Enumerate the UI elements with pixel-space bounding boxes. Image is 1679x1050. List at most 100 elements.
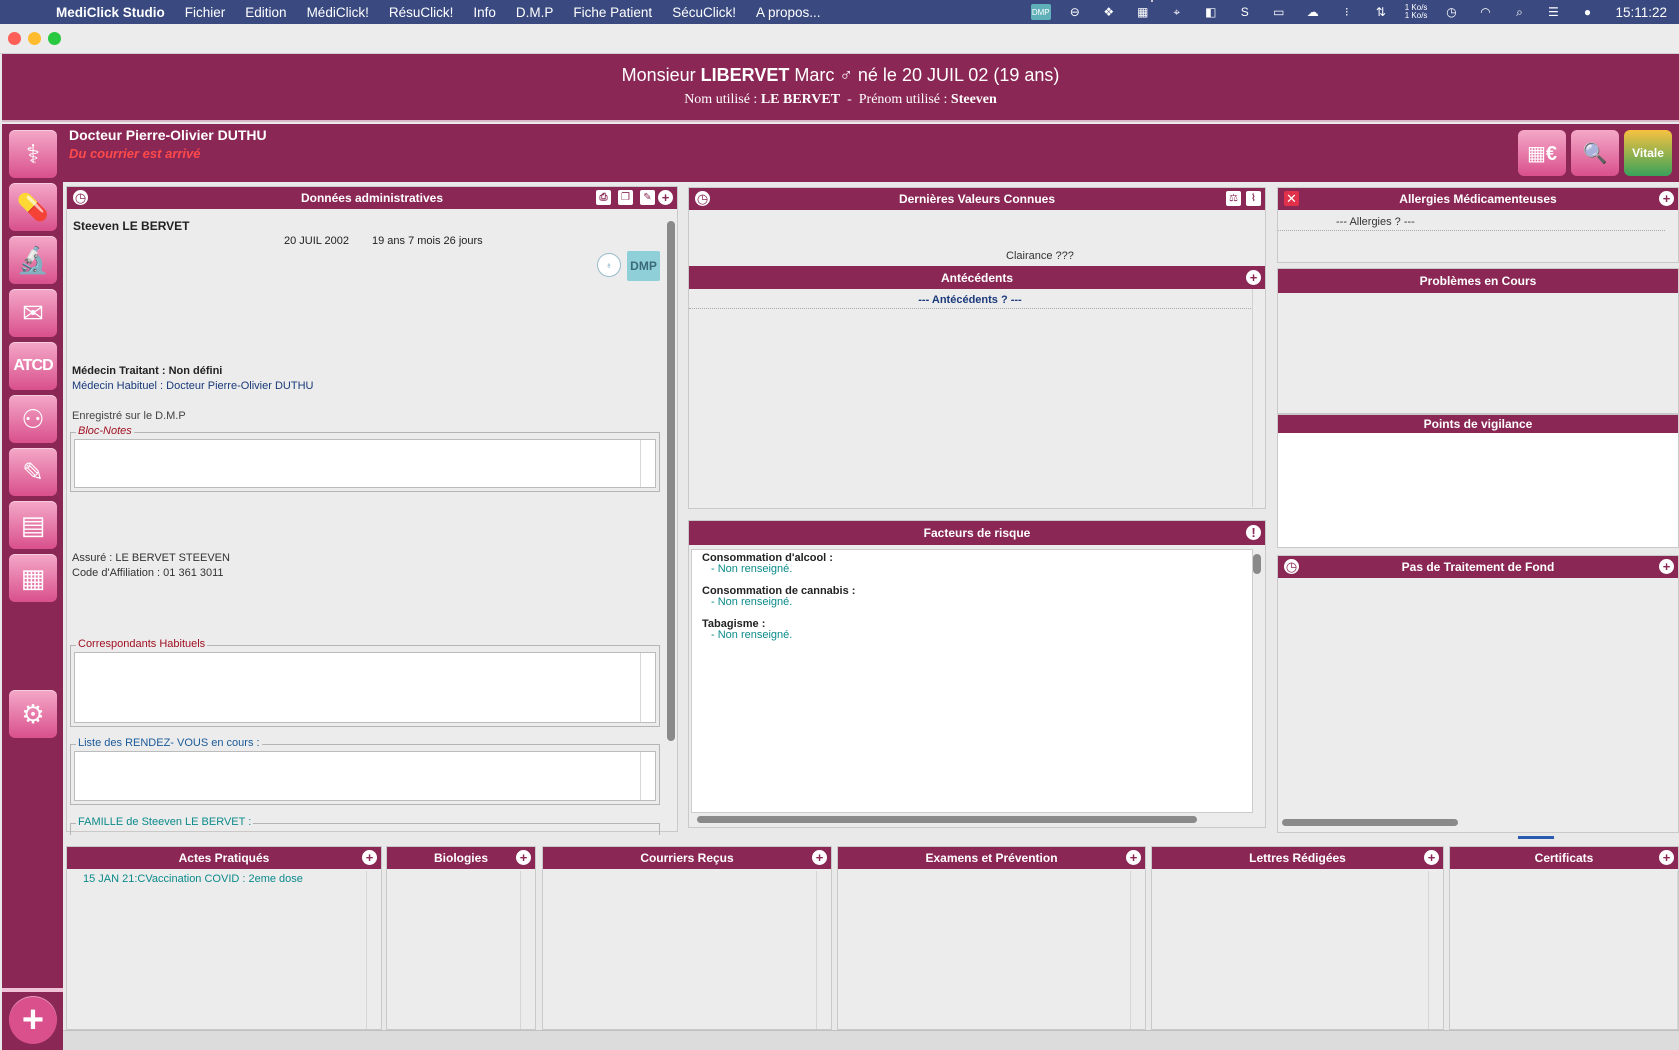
treatment-header: ◷ Pas de Traitement de Fond + [1278, 556, 1678, 578]
male-icon: ♂ [839, 65, 853, 85]
patient-search-button[interactable]: 🔍 [1571, 130, 1619, 176]
print-icon[interactable]: ⎙ [596, 190, 611, 205]
spotlight-icon[interactable]: ⌕ [1509, 4, 1529, 20]
terminal-icon[interactable]: ◧ [1201, 4, 1221, 20]
minus-circle-icon[interactable]: ⊖ [1065, 4, 1085, 20]
mail-alert[interactable]: Du courrier est arrivé [69, 146, 201, 161]
history-icon[interactable]: ◷ [1284, 559, 1299, 574]
menu-secuclick[interactable]: SécuClick! [672, 5, 736, 20]
billing-button[interactable]: ▦€ [1518, 130, 1566, 176]
time-machine-icon[interactable]: ◷ [1441, 4, 1461, 20]
add-courrier-icon[interactable]: + [812, 850, 827, 865]
menu-fiche-patient[interactable]: Fiche Patient [573, 5, 652, 20]
menu-app-name[interactable]: MediClick Studio [56, 5, 165, 20]
bloc-notes-fieldset: Bloc-Notes [70, 425, 660, 492]
vitale-card-button[interactable]: Vitale [1624, 130, 1672, 176]
risk-hscrollbar[interactable] [697, 816, 1197, 823]
dmp-badge[interactable]: DMP [627, 251, 660, 281]
wifi-icon[interactable]: ◠ [1475, 4, 1495, 20]
card-icon[interactable]: ▭ [1269, 4, 1289, 20]
add-button[interactable]: + [9, 996, 57, 1044]
acte-row[interactable]: 15 JAN 21:CVaccination COVID : 2eme dose [83, 873, 303, 885]
dmp-tray-icon[interactable]: DMP [1030, 4, 1051, 20]
body-exam-button[interactable]: ⚇ [9, 395, 57, 443]
microscope-icon: 🔬 [16, 244, 50, 275]
chart-icon[interactable]: ⌇ [1246, 191, 1261, 206]
prescription-button[interactable]: 💊 [9, 183, 57, 231]
menu-a-propos[interactable]: A propos... [756, 5, 821, 20]
history-icon[interactable]: ◷ [73, 190, 88, 205]
add-admin-icon[interactable]: + [658, 190, 673, 205]
add-biology-icon[interactable]: + [516, 850, 531, 865]
copy-icon[interactable]: ❐ [618, 190, 633, 205]
close-window-button[interactable] [8, 32, 21, 45]
affiliation-code: Code d'Affiliation : 01 361 3011 [72, 567, 224, 579]
last-values-header: ◷ Dernières Valeurs Connues ⚖ ⌇ [689, 188, 1265, 210]
correspondants-list[interactable] [74, 652, 656, 723]
settings-button[interactable]: ⚙ [9, 690, 57, 738]
doctor-name: Docteur Pierre-Olivier DUTHU [69, 127, 267, 143]
siri-icon[interactable]: ● [1577, 4, 1597, 20]
admin-age: 19 ans 7 mois 26 jours [372, 235, 483, 247]
allergies-panel: ✕ Allergies Médicamenteuses + --- Allerg… [1277, 187, 1679, 263]
menu-fichier[interactable]: Fichier [185, 5, 226, 20]
grid-icon[interactable]: ▦ [1133, 4, 1153, 20]
zoom-window-button[interactable] [48, 32, 61, 45]
biologies-title: Biologies [433, 851, 488, 865]
allergies-title: Allergies Médicamenteuses [1399, 192, 1557, 206]
risk-list[interactable]: Consommation d'alcool : - Non renseigné.… [691, 549, 1253, 813]
menu-mediclick[interactable]: MédiClick! [307, 5, 369, 20]
add-acte-icon[interactable]: + [362, 850, 377, 865]
risk-alcohol-value: - Non renseigné. [711, 563, 793, 575]
risk-vscrollbar[interactable] [1253, 554, 1261, 574]
cloud-icon[interactable]: ☁ [1303, 4, 1323, 20]
edit-icon[interactable]: ✎ [640, 190, 655, 205]
control-center-icon[interactable]: ☰ [1543, 4, 1563, 20]
mail-button[interactable]: ✉ [9, 289, 57, 337]
pelvis-icon: ⚇ [21, 403, 45, 434]
network-arrows-icon[interactable]: ⇅ [1371, 4, 1391, 20]
alert-icon[interactable]: ! [1246, 525, 1261, 540]
admin-scrollbar[interactable] [667, 221, 675, 741]
rendez-vous-list[interactable] [74, 751, 656, 801]
stethoscope-button[interactable]: ⚕ [9, 130, 57, 178]
menu-dmp[interactable]: D.M.P [516, 5, 554, 20]
add-antecedent-icon[interactable]: + [1246, 270, 1261, 285]
minimize-window-button[interactable] [28, 32, 41, 45]
no-allergy-icon[interactable]: ✕ [1284, 191, 1299, 206]
admin-patient-name: Steeven LE BERVET [73, 219, 190, 233]
biologies-list [387, 871, 521, 1029]
history-icon[interactable]: ◷ [695, 191, 710, 206]
biology-button[interactable]: 🔬 [9, 236, 57, 284]
certificate-button[interactable]: ▤ [9, 501, 57, 549]
treatment-hscrollbar[interactable] [1282, 819, 1458, 826]
scrivener-icon[interactable]: S [1235, 4, 1255, 20]
add-treatment-icon[interactable]: + [1659, 559, 1674, 574]
menu-clock[interactable]: 15:11:22 [1615, 5, 1667, 20]
dmp-logo-icon[interactable]: ♁ [597, 253, 621, 277]
dropbox-icon[interactable]: ❖ [1099, 4, 1119, 20]
add-certificat-icon[interactable]: + [1659, 850, 1674, 865]
courriers-list [543, 871, 817, 1029]
certificats-panel: Certificats + [1449, 846, 1679, 1030]
calendar-button[interactable]: ▦ [9, 554, 57, 602]
add-allergy-icon[interactable]: + [1659, 191, 1674, 206]
antecedents-header: Antécédents + [689, 266, 1265, 289]
status-dots-icon[interactable]: ⁝ [1337, 4, 1357, 20]
add-examen-icon[interactable]: + [1126, 850, 1141, 865]
lettres-panel-placeholder [1151, 0, 1153, 2]
dmp-registered: Enregistré sur le D.M.P [72, 410, 186, 422]
atcd-button[interactable]: ATCD [9, 342, 57, 390]
risk-tobacco-value: - Non renseigné. [711, 629, 793, 641]
allergies-placeholder[interactable]: --- Allergies ? --- [1278, 216, 1665, 231]
bloc-notes-textarea[interactable] [74, 439, 656, 488]
pin-icon[interactable]: ⌖ [1167, 4, 1187, 20]
stethoscope-icon: ⚕ [25, 138, 41, 169]
menu-info[interactable]: Info [473, 5, 496, 20]
write-letter-button[interactable]: ✎ [9, 448, 57, 496]
antecedents-placeholder[interactable]: --- Antécédents ? --- [689, 294, 1251, 309]
measure-icon[interactable]: ⚖ [1226, 191, 1241, 206]
add-lettre-icon[interactable]: + [1424, 850, 1439, 865]
menu-resuclick[interactable]: RésuClick! [389, 5, 454, 20]
menu-edition[interactable]: Edition [245, 5, 286, 20]
